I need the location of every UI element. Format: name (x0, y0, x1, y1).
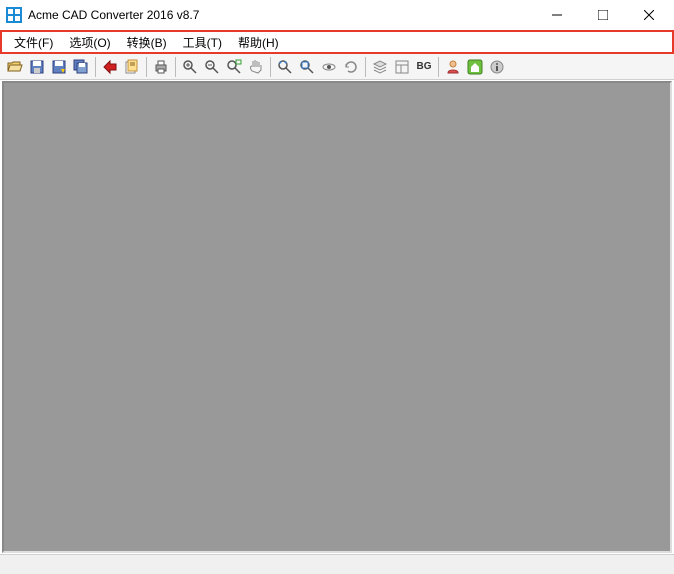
redraw-icon[interactable] (340, 56, 362, 78)
batch-icon[interactable] (121, 56, 143, 78)
pan-icon[interactable] (245, 56, 267, 78)
view-icon[interactable] (318, 56, 340, 78)
info-icon[interactable] (486, 56, 508, 78)
toolbar-separator (438, 57, 439, 77)
zoom-all-icon[interactable] (296, 56, 318, 78)
zoom-extents-icon[interactable] (274, 56, 296, 78)
layers-icon[interactable] (369, 56, 391, 78)
print-icon[interactable] (150, 56, 172, 78)
toolbar: BG (0, 54, 674, 80)
menu-convert[interactable]: 转换(B) (119, 32, 175, 52)
window-title: Acme CAD Converter 2016 v8.7 (28, 8, 534, 22)
user-icon[interactable] (442, 56, 464, 78)
toolbar-separator (146, 57, 147, 77)
open-icon[interactable] (4, 56, 26, 78)
menubar: 文件(F) 选项(O) 转换(B) 工具(T) 帮助(H) (0, 30, 674, 54)
maximize-button[interactable] (580, 0, 626, 30)
convert-icon[interactable] (99, 56, 121, 78)
menu-options[interactable]: 选项(O) (61, 32, 118, 52)
toolbar-separator (95, 57, 96, 77)
menu-tools[interactable]: 工具(T) (175, 32, 230, 52)
toolbar-separator (270, 57, 271, 77)
save-as-icon[interactable] (48, 56, 70, 78)
zoom-in-icon[interactable] (179, 56, 201, 78)
bg-color-button[interactable]: BG (413, 56, 435, 78)
close-button[interactable] (626, 0, 672, 30)
app-icon (6, 7, 22, 23)
titlebar: Acme CAD Converter 2016 v8.7 (0, 0, 674, 30)
toolbar-separator (365, 57, 366, 77)
zoom-window-icon[interactable] (223, 56, 245, 78)
menu-file[interactable]: 文件(F) (6, 32, 61, 52)
bg-label: BG (417, 61, 432, 72)
save-all-icon[interactable] (70, 56, 92, 78)
toolbar-separator (175, 57, 176, 77)
statusbar (0, 554, 674, 574)
minimize-button[interactable] (534, 0, 580, 30)
workspace (2, 81, 672, 553)
zoom-out-icon[interactable] (201, 56, 223, 78)
layout-icon[interactable] (391, 56, 413, 78)
save-icon[interactable] (26, 56, 48, 78)
home-icon[interactable] (464, 56, 486, 78)
menu-help[interactable]: 帮助(H) (230, 32, 287, 52)
window-controls (534, 0, 672, 30)
